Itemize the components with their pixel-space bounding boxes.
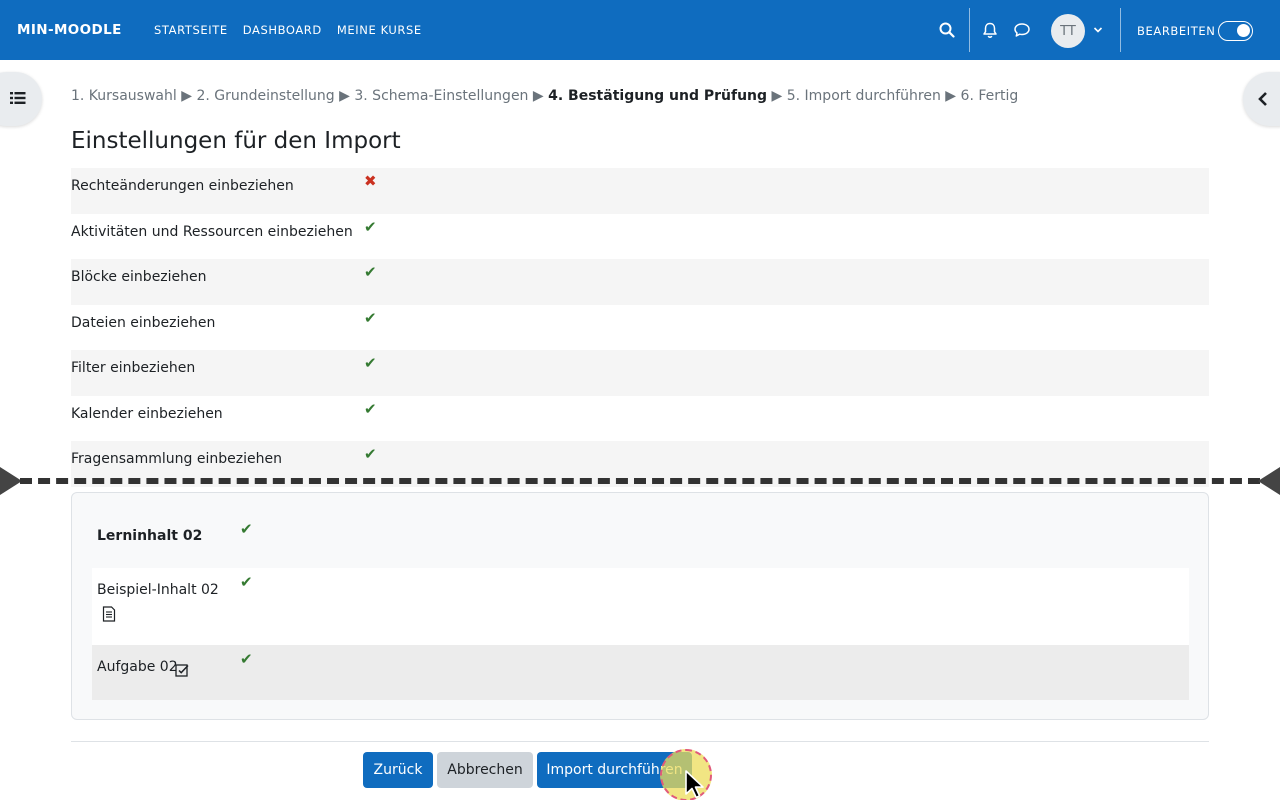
check-icon: ✔	[240, 520, 253, 538]
cut-divider	[20, 478, 1260, 484]
setting-row: Rechteänderungen einbeziehen ✖	[71, 168, 1209, 214]
check-icon: ✔	[240, 650, 253, 668]
setting-label: Kalender einbeziehen	[71, 405, 223, 422]
navbar-separator	[969, 8, 970, 52]
setting-row: Filter einbeziehen ✔	[71, 350, 1209, 396]
import-settings-table: Rechteänderungen einbeziehen ✖ Aktivität…	[71, 168, 1209, 487]
step-5: 5. Import durchführen	[786, 88, 941, 104]
course-index-drawer-button[interactable]	[0, 72, 42, 126]
assignment-icon	[175, 662, 189, 681]
setting-row: Aktivitäten und Ressourcen einbeziehen ✔	[71, 214, 1209, 260]
step-6: 6. Fertig	[960, 88, 1019, 104]
toggle-knob	[1237, 24, 1250, 37]
mouse-pointer-icon	[685, 770, 704, 799]
search-icon[interactable]	[937, 20, 957, 40]
chevron-left-icon	[1258, 92, 1267, 106]
primary-navigation: STARTSEITE DASHBOARD MEINE KURSE	[154, 23, 437, 37]
activity-label: Aufgabe 02	[97, 659, 178, 675]
setting-label: Rechteänderungen einbeziehen	[71, 178, 294, 194]
check-icon: ✔	[364, 217, 377, 236]
page-icon	[102, 606, 116, 626]
form-divider	[71, 741, 1209, 742]
setting-label: Aktivitäten und Ressourcen einbeziehen	[71, 223, 353, 240]
course-section-box: Lerninhalt 02 ✔ Beispiel-Inhalt 02 ✔ Auf…	[71, 492, 1209, 720]
chevron-down-icon[interactable]	[1088, 20, 1108, 40]
block-drawer-button[interactable]	[1243, 72, 1280, 126]
check-icon: ✔	[364, 308, 377, 327]
setting-label: Filter einbeziehen	[71, 360, 196, 376]
step-separator: ▶	[181, 88, 192, 104]
step-separator: ▶	[532, 88, 544, 104]
user-avatar[interactable]: TT	[1051, 14, 1085, 48]
cancel-button[interactable]: Abbrechen	[437, 752, 533, 788]
activity-row: Beispiel-Inhalt 02 ✔	[92, 568, 1189, 645]
check-icon: ✔	[364, 399, 377, 418]
check-icon: ✔	[364, 354, 377, 372]
check-icon: ✔	[364, 263, 377, 281]
top-navbar: MIN-MOODLE STARTSEITE DASHBOARD MEINE KU…	[0, 0, 1280, 60]
back-button[interactable]: Zurück	[363, 752, 433, 788]
nav-link-startseite[interactable]: STARTSEITE	[154, 23, 228, 37]
step-4-current: 4. Bestätigung und Prüfung	[548, 88, 768, 104]
setting-row: Kalender einbeziehen ✔	[71, 396, 1209, 442]
setting-label: Blöcke einbeziehen	[71, 269, 207, 285]
check-icon: ✔	[240, 573, 253, 591]
navbar-separator	[1120, 8, 1121, 52]
step-separator: ▶	[339, 88, 350, 104]
messages-icon[interactable]	[1012, 20, 1032, 40]
import-steps: 1. Kursauswahl ▶ 2. Grundeinstellung ▶ 3…	[71, 88, 1018, 104]
step-3: 3. Schema-Einstellungen	[354, 88, 529, 104]
nav-link-dashboard[interactable]: DASHBOARD	[243, 23, 322, 37]
check-icon: ✔	[364, 445, 377, 463]
nav-link-meine-kurse[interactable]: MEINE KURSE	[337, 23, 422, 37]
edit-mode-label: BEARBEITEN	[1137, 24, 1216, 38]
activity-row: Aufgabe 02 ✔	[92, 645, 1189, 700]
setting-label: Dateien einbeziehen	[71, 314, 216, 331]
list-icon	[10, 92, 26, 104]
cut-marker-left	[0, 467, 22, 495]
cross-icon: ✖	[364, 172, 377, 190]
page-title: Einstellungen für den Import	[71, 128, 401, 154]
activity-label: Beispiel-Inhalt 02	[97, 582, 219, 598]
section-title: Lerninhalt 02	[97, 528, 203, 544]
bell-icon[interactable]	[980, 20, 1000, 40]
setting-row: Dateien einbeziehen ✔	[71, 305, 1209, 351]
edit-mode-toggle[interactable]	[1218, 21, 1253, 41]
setting-label: Fragensammlung einbeziehen	[71, 451, 282, 467]
cut-marker-right	[1258, 467, 1280, 495]
step-separator: ▶	[945, 88, 957, 104]
setting-row: Blöcke einbeziehen ✔	[71, 259, 1209, 305]
step-separator: ▶	[771, 88, 783, 104]
step-2: 2. Grundeinstellung	[196, 88, 335, 104]
site-brand[interactable]: MIN-MOODLE	[17, 22, 122, 38]
step-1: 1. Kursauswahl	[71, 88, 177, 104]
